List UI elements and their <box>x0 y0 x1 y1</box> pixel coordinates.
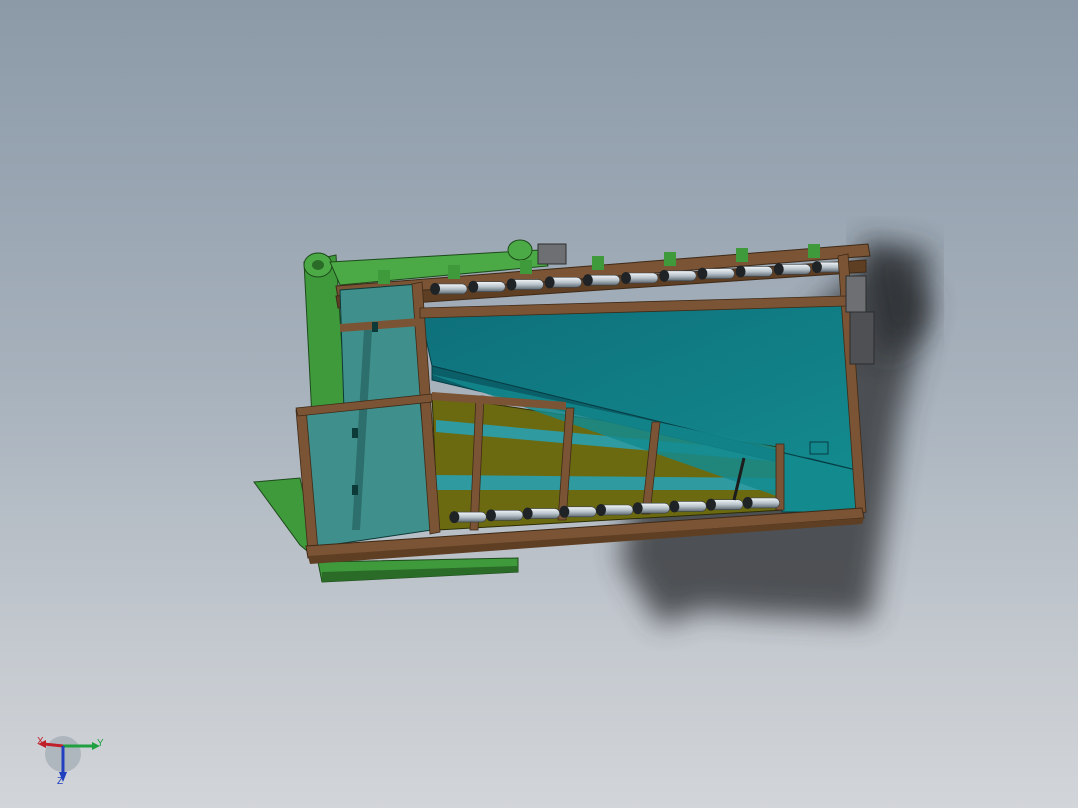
bottom-roller-hub <box>449 511 460 524</box>
top-roller-hub <box>582 274 593 287</box>
orientation-triad[interactable]: X Y Z <box>30 732 110 792</box>
bottom-roller-hub <box>522 507 533 520</box>
bottom-roller-hub <box>742 496 753 509</box>
bottom-roller-hub <box>596 504 606 516</box>
top-roller-hub <box>430 282 441 295</box>
axis-y-label: Y <box>97 738 104 749</box>
bottom-roller-hub <box>669 500 680 513</box>
top-roller-hub <box>773 263 784 276</box>
graphics-viewport[interactable]: X Y Z <box>0 0 1078 808</box>
top-roller-hub <box>811 261 822 274</box>
cad-model-view[interactable] <box>0 0 1078 808</box>
axis-z-label: Z <box>57 776 64 787</box>
top-roller-hub <box>621 272 631 284</box>
top-roller-hub <box>468 280 479 293</box>
bottom-roller-hub <box>486 509 496 522</box>
bottom-roller-hub <box>706 498 716 511</box>
top-roller-hub <box>506 278 517 291</box>
top-roller-hub <box>735 265 746 278</box>
top-roller-hub <box>659 269 670 282</box>
main-frame <box>295 253 867 564</box>
axis-x-label: X <box>37 736 44 747</box>
top-roller-hub <box>697 267 708 280</box>
bottom-roller-hub <box>632 502 643 515</box>
bottom-roller-hub <box>559 505 570 518</box>
top-roller-hub <box>544 276 555 289</box>
